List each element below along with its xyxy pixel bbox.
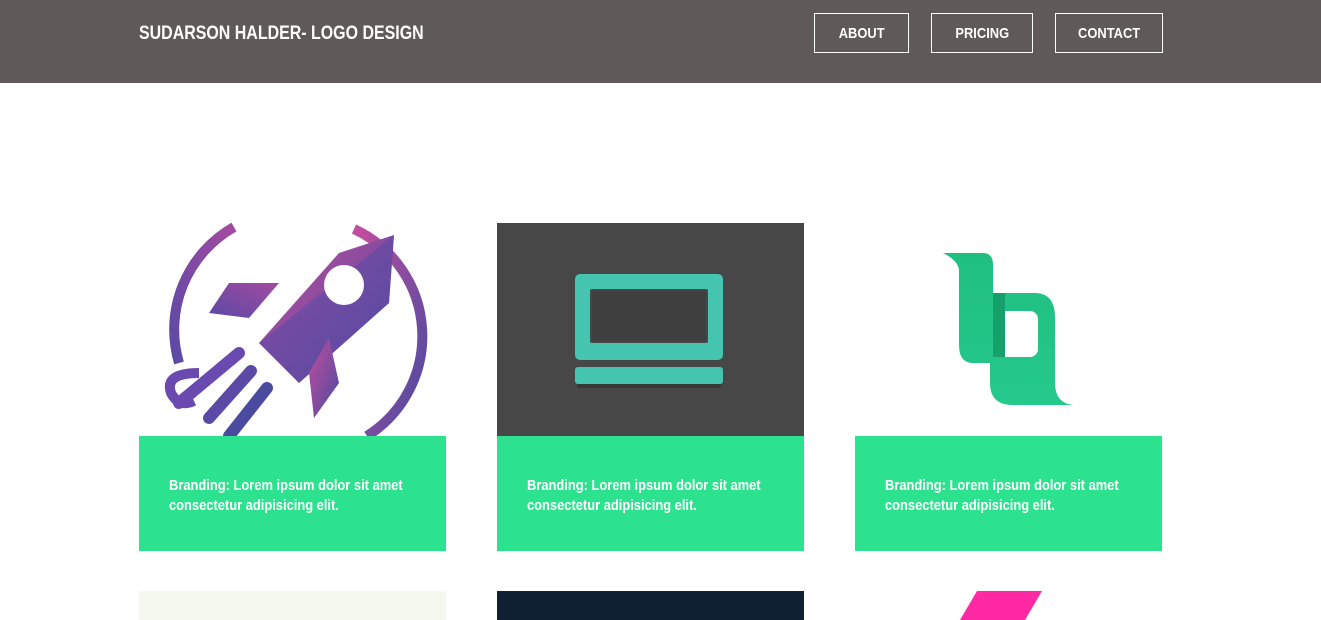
laptop-icon [575, 274, 723, 388]
card-caption: Branding: Lorem ipsum dolor sit amet con… [497, 436, 804, 551]
portfolio-card[interactable]: Branding: Lorem ipsum dolor sit amet con… [139, 223, 446, 551]
nav-pricing-label: PRICING [955, 24, 1009, 42]
nav-contact-label: CONTACT [1077, 24, 1141, 42]
card-caption-line2: consectetur adipisicing elit. [885, 497, 1055, 514]
card-caption-line2: consectetur adipisicing elit. [169, 497, 339, 514]
nav-contact-button[interactable]: CONTACT [1055, 13, 1163, 53]
card-caption-line1: Branding: Lorem ipsum dolor sit amet [885, 477, 1119, 494]
bq-ribbon-logo-image[interactable] [855, 223, 1162, 436]
light-thumbnail[interactable] [139, 591, 446, 620]
card-caption-line2: consectetur adipisicing elit. [527, 497, 697, 514]
nav-pricing-button[interactable]: PRICING [931, 13, 1033, 53]
nav-about-label: ABOUT [838, 24, 885, 42]
site-header: SUDARSON HALDER- LOGO DESIGN ABOUT PRICI… [0, 0, 1321, 83]
card-caption-line1: Branding: Lorem ipsum dolor sit amet [169, 477, 403, 494]
card-caption-line1: Branding: Lorem ipsum dolor sit amet [527, 477, 761, 494]
rocket-icon [164, 223, 428, 436]
card-caption: Branding: Lorem ipsum dolor sit amet con… [855, 436, 1162, 551]
card-caption: Branding: Lorem ipsum dolor sit amet con… [139, 436, 446, 551]
portfolio-card[interactable]: Branding: Lorem ipsum dolor sit amet con… [497, 223, 804, 551]
site-brand[interactable]: SUDARSON HALDER- LOGO DESIGN [139, 21, 424, 47]
pink-stripe-icon [960, 591, 1042, 620]
nav-about-button[interactable]: ABOUT [814, 13, 909, 53]
rocket-logo-image[interactable] [139, 223, 446, 436]
portfolio-card[interactable]: Branding: Lorem ipsum dolor sit amet con… [855, 223, 1162, 551]
dark-navy-thumbnail[interactable] [497, 591, 804, 620]
ribbon-letter-icon [943, 253, 1073, 405]
laptop-logo-image[interactable] [497, 223, 804, 436]
pink-stripe-thumbnail[interactable] [855, 591, 1162, 620]
